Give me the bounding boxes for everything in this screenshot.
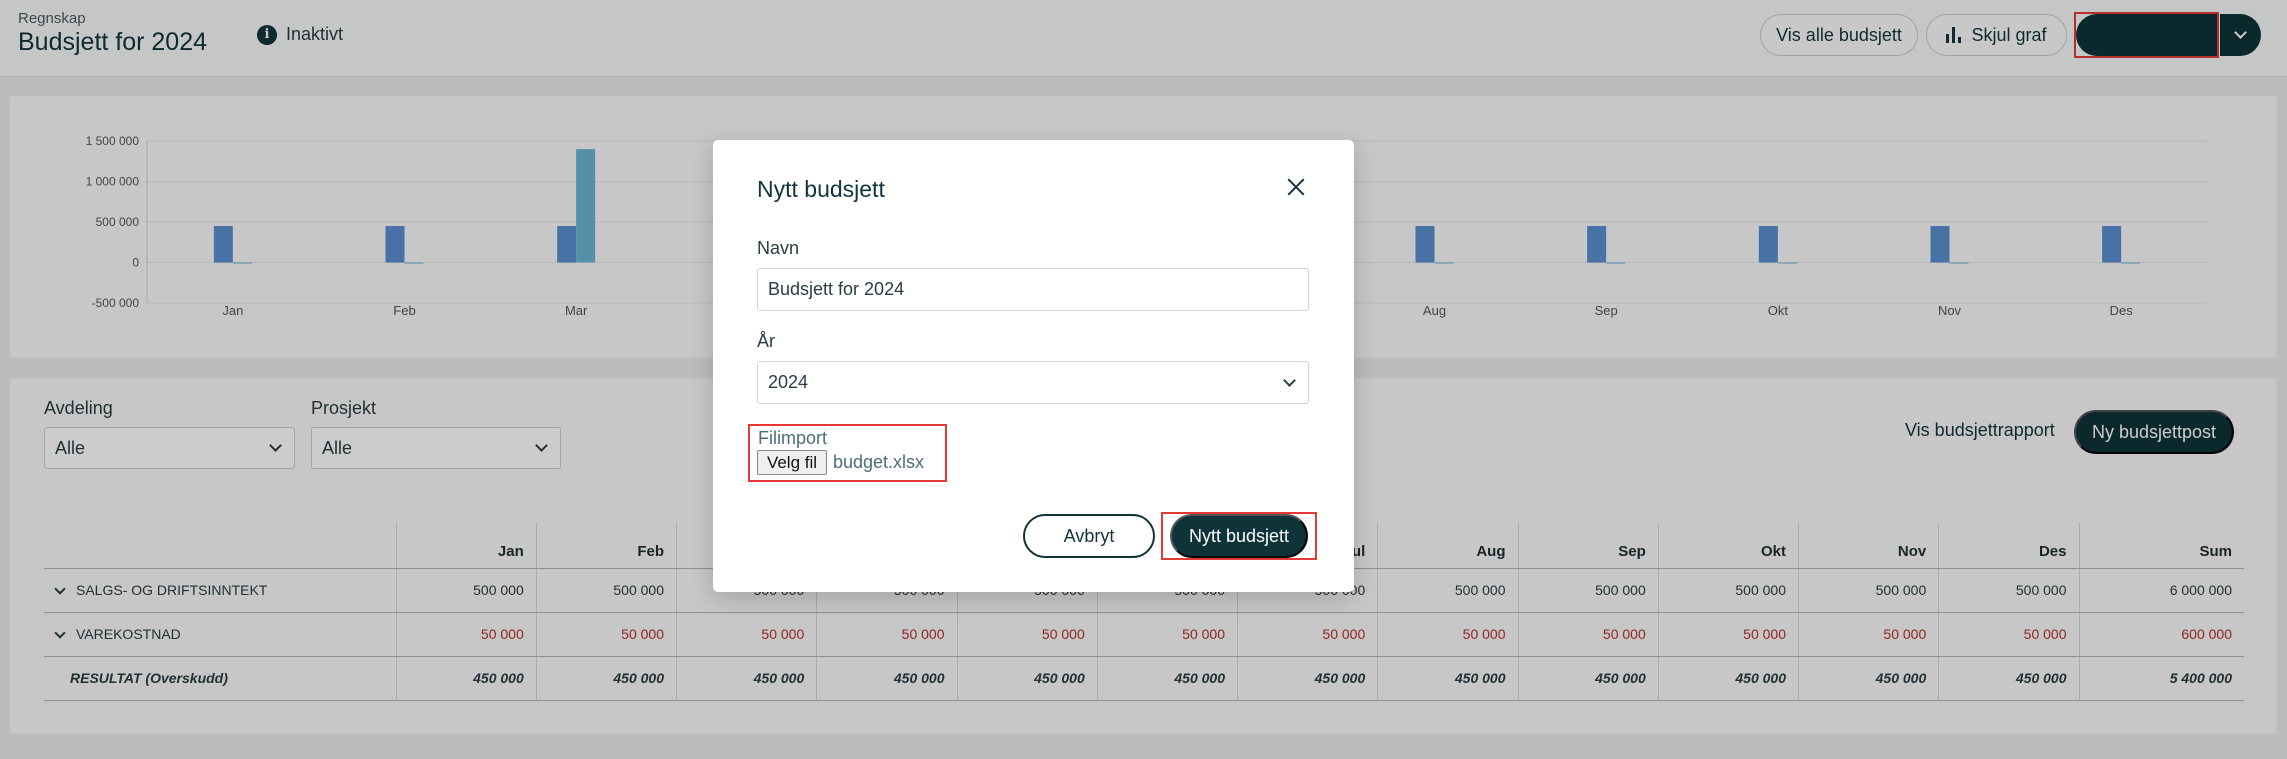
name-input[interactable]: Budsjett for 2024 bbox=[757, 268, 1309, 311]
selected-file-name: budget.xlsx bbox=[833, 452, 925, 472]
name-label: Navn bbox=[757, 238, 800, 258]
dialog-title: Nytt budsjett bbox=[757, 176, 885, 202]
year-value: 2024 bbox=[768, 372, 809, 392]
choose-file-button[interactable]: Velg fil bbox=[757, 450, 827, 475]
year-label: År bbox=[757, 331, 775, 351]
file-import-label: Filimport bbox=[758, 428, 828, 448]
create-budget-button[interactable]: Nytt budsjett bbox=[1170, 514, 1308, 558]
cancel-button[interactable]: Avbryt bbox=[1023, 514, 1155, 558]
chevron-down-icon bbox=[1283, 373, 1296, 387]
year-select[interactable]: 2024 bbox=[757, 361, 1309, 404]
close-icon[interactable] bbox=[1285, 176, 1307, 198]
file-import-field: Filimport Velg fil budget.xlsx bbox=[748, 424, 947, 482]
new-budget-dialog: Nytt budsjett Navn Budsjett for 2024 År … bbox=[713, 140, 1354, 592]
